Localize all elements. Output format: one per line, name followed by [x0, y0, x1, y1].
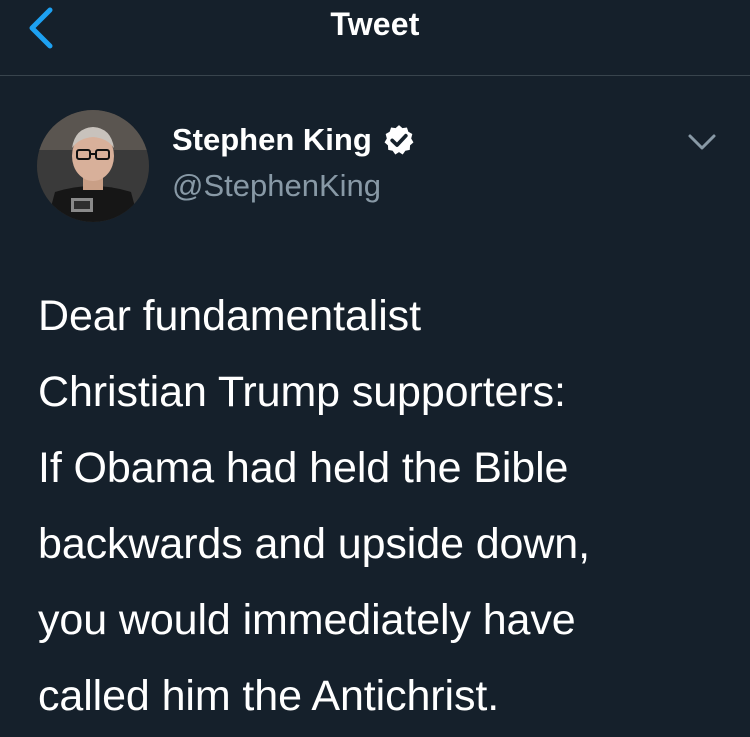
chevron-down-icon — [688, 134, 716, 150]
page-title: Tweet — [330, 6, 420, 42]
author-display-name[interactable]: Stephen King — [172, 122, 372, 158]
top-nav-bar: Tweet — [0, 0, 750, 76]
tweet-menu-button[interactable] — [684, 130, 720, 156]
author-handle[interactable]: @StephenKing — [172, 168, 381, 204]
author-name-line: Stephen King — [172, 122, 416, 158]
tweet-author-header: Stephen King @StephenKing — [0, 76, 750, 236]
verified-badge-icon — [384, 125, 414, 155]
tweet-text: Dear fundamentalist Christian Trump supp… — [38, 292, 590, 720]
avatar-image — [37, 110, 149, 222]
avatar[interactable] — [37, 110, 149, 222]
